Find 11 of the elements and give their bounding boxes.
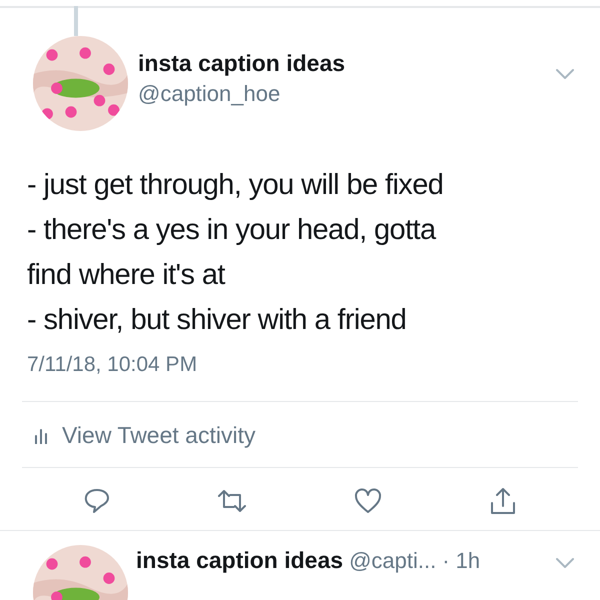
display-name: insta caption ideas	[138, 50, 346, 77]
tweet-text: - just get through, you will be fixed - there's a yes in your head, gotta find where it's at - shiver, but shiver with a friend	[27, 168, 444, 338]
tweet-time: · 1h	[442, 548, 480, 574]
user-handle: @capti...	[349, 548, 436, 574]
view-activity-link[interactable]: View Tweet activity	[62, 422, 256, 449]
reply-icon[interactable]	[82, 486, 112, 516]
heart-icon[interactable]	[352, 486, 383, 516]
bar-chart-icon	[34, 428, 48, 444]
user-handle: @caption_hoe	[138, 81, 282, 107]
display-name: insta caption ideas	[136, 547, 344, 574]
timestamp: 7/11/18, 10:04 PM	[27, 353, 198, 377]
